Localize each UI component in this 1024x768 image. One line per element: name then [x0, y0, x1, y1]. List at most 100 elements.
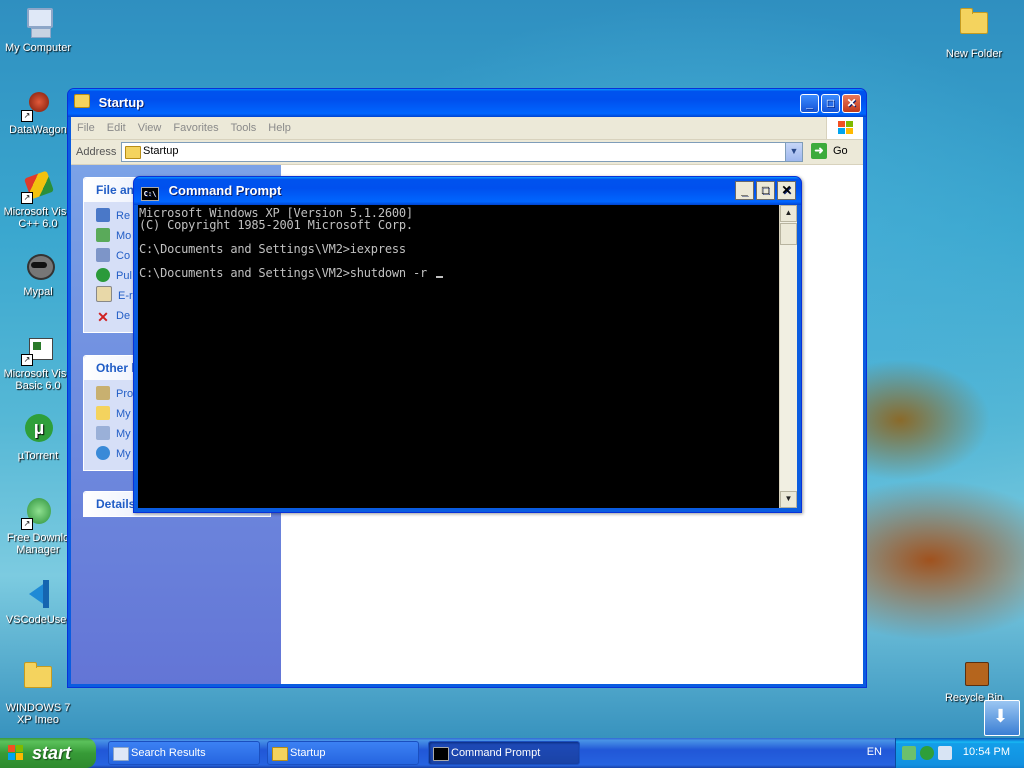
folder-icon: [21, 662, 55, 700]
clock[interactable]: 10:54 PM: [963, 746, 1010, 758]
address-bar: Address Startup ▼ ➜ Go: [71, 140, 863, 165]
close-button[interactable]: ✕: [777, 181, 796, 200]
desktop-icon-datawagon[interactable]: ↗ DataWagon: [0, 88, 76, 136]
desktop-icon-label: VSCodeUser: [5, 614, 71, 626]
task-label: De: [116, 310, 131, 322]
menu-edit[interactable]: Edit: [101, 117, 132, 139]
system-tray: 10:54 PM: [895, 738, 1024, 768]
my-network-icon: [96, 446, 110, 460]
taskbar-button-search-results[interactable]: Search Results: [108, 741, 260, 765]
utorrent-icon: µ: [21, 414, 55, 448]
go-button[interactable]: ➜ Go: [811, 143, 855, 160]
window-title: Command Prompt: [168, 183, 282, 198]
task-label: Pul: [116, 270, 132, 282]
desktop-icon-free-download-manager[interactable]: ↗ Free Downlo Manager: [0, 496, 76, 556]
programs-icon: [96, 386, 110, 400]
desktop-icon-windows7-folder[interactable]: WINDOWS 7 XP Imeo: [0, 660, 76, 726]
visual-cpp-icon: ↗: [21, 170, 55, 204]
console-output[interactable]: Microsoft Windows XP [Version 5.1.2600] …: [138, 205, 779, 508]
task-label: Startup: [290, 747, 326, 759]
folder-icon: [125, 146, 141, 159]
utorrent-tray-icon[interactable]: [920, 746, 934, 760]
desktop-icon-utorrent[interactable]: µ µTorrent: [0, 414, 76, 462]
minimize-button[interactable]: _: [800, 94, 819, 113]
copy-icon: [96, 248, 110, 262]
folder-icon: [957, 8, 991, 46]
start-button[interactable]: start: [0, 738, 96, 768]
desktop-icon-label: Microsoft Visu C++ 6.0: [3, 206, 73, 230]
place-label: Pro: [116, 388, 134, 400]
desktop-icon-label: New Folder: [945, 48, 1003, 60]
menu-help[interactable]: Help: [262, 117, 297, 139]
publish-icon: [96, 268, 110, 282]
address-label: Address: [76, 146, 117, 158]
console-command: C:\Documents and Settings\VM2>shutdown -…: [139, 266, 435, 280]
folder-icon: [272, 747, 288, 761]
desktop-icon-label: Mypal: [23, 286, 53, 298]
address-field[interactable]: Startup ▼: [121, 142, 803, 162]
network-icon[interactable]: [902, 746, 916, 760]
volume-icon[interactable]: [938, 746, 952, 760]
windows-flag-icon: [826, 117, 863, 139]
search-results-icon: [113, 747, 129, 761]
desktop-icon-label: Microsoft Visu Basic 6.0: [3, 368, 73, 392]
minimize-button[interactable]: _: [735, 181, 754, 200]
cmd-icon: C:\: [141, 187, 159, 201]
desktop-icon-label: µTorrent: [17, 450, 59, 462]
go-arrow-icon: ➜: [811, 143, 827, 159]
download-float-icon[interactable]: [984, 700, 1020, 736]
command-prompt-window: C:\ Command Prompt _ □ ✕ Microsoft Windo…: [133, 176, 802, 513]
computer-icon: [21, 6, 55, 40]
desktop-icon-mypal[interactable]: Mypal: [0, 250, 76, 298]
menu-view[interactable]: View: [132, 117, 168, 139]
desktop-icon-visual-cpp[interactable]: ↗ Microsoft Visu C++ 6.0: [0, 170, 76, 230]
maximize-button[interactable]: □: [756, 181, 775, 200]
scroll-down-button[interactable]: ▼: [780, 491, 797, 508]
rename-icon: [96, 208, 110, 222]
desktop-icon-new-folder[interactable]: New Folder: [936, 6, 1012, 60]
shortcut-arrow-icon: ↗: [21, 110, 33, 122]
language-indicator[interactable]: EN: [867, 746, 882, 758]
task-label: E-r: [118, 290, 133, 302]
taskbar-button-startup[interactable]: Startup: [267, 741, 419, 765]
maximize-button[interactable]: □: [821, 94, 840, 113]
shortcut-arrow-icon: ↗: [21, 192, 33, 204]
menu-favorites[interactable]: Favorites: [167, 117, 224, 139]
email-icon: [96, 286, 112, 302]
console-input-line[interactable]: C:\Documents and Settings\VM2>shutdown -…: [139, 267, 779, 279]
place-label: My: [116, 408, 131, 420]
desktop-icon-recycle-bin[interactable]: Recycle Bin: [936, 656, 1012, 704]
task-label: Re: [116, 210, 131, 222]
text-cursor: [436, 276, 444, 278]
fdm-icon: ↗: [21, 496, 55, 530]
scroll-up-button[interactable]: ▲: [780, 205, 797, 222]
vertical-scrollbar[interactable]: ▲ ▼: [779, 205, 797, 508]
window-title: Startup: [98, 95, 145, 110]
recycle-bin-icon: [957, 656, 991, 690]
desktop-icon-visual-basic[interactable]: ↗ Microsoft Visu Basic 6.0: [0, 332, 76, 392]
chevron-down-icon[interactable]: ▼: [785, 143, 802, 161]
menu-tools[interactable]: Tools: [225, 117, 263, 139]
address-value: Startup: [143, 145, 179, 157]
taskbar-button-command-prompt[interactable]: Command Prompt: [428, 741, 580, 765]
console-line: C:\Documents and Settings\VM2>iexpress: [139, 242, 406, 256]
cmd-titlebar[interactable]: C:\ Command Prompt _ □ ✕: [134, 177, 801, 205]
desktop-icon-label: WINDOWS 7 XP Imeo: [5, 702, 71, 726]
menu-file[interactable]: File: [71, 117, 101, 139]
vscode-icon: [21, 578, 55, 612]
task-label: Command Prompt: [451, 747, 541, 759]
explorer-titlebar[interactable]: Startup _ □ ✕: [68, 89, 866, 117]
menu-bar: File Edit View Favorites Tools Help: [71, 117, 863, 140]
shortcut-arrow-icon: ↗: [21, 354, 33, 366]
place-label: My: [116, 428, 131, 440]
scroll-thumb[interactable]: [780, 223, 797, 245]
close-button[interactable]: ✕: [842, 94, 861, 113]
desktop-icon-vscode[interactable]: VSCodeUser: [0, 578, 76, 626]
task-label: Mo: [116, 230, 132, 242]
go-label: Go: [833, 145, 848, 157]
desktop-icon-my-computer[interactable]: My Computer: [0, 6, 76, 54]
cmd-icon: [433, 747, 449, 761]
task-label: Co: [116, 250, 131, 262]
taskbar: start Search Results Startup Command Pro…: [0, 738, 1024, 768]
console-line: (C) Copyright 1985-2001 Microsoft Corp.: [139, 218, 413, 232]
